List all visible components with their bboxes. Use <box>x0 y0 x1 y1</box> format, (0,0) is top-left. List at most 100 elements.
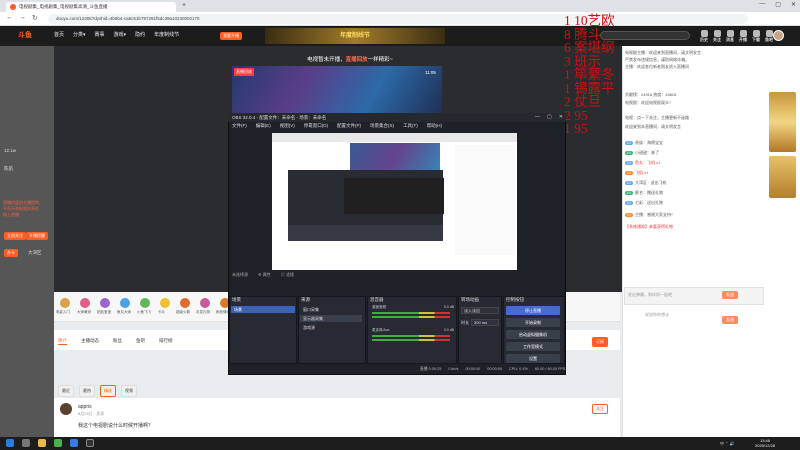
studio-mode-button[interactable]: 工作室模式 <box>506 342 560 351</box>
gift-label: 大师黄冠 <box>77 310 91 314</box>
tab-rank[interactable]: 排行榜 <box>159 338 173 345</box>
gift-icon[interactable] <box>100 298 110 308</box>
virtual-camera-button[interactable]: 启动虚拟摄像机 <box>506 330 560 339</box>
chat-line: 电视：点一下关注，主播更新不迷路 <box>625 115 689 120</box>
message-icon[interactable]: 消息 <box>726 30 734 43</box>
ad-banner[interactable] <box>769 92 796 152</box>
nav-events[interactable]: 赛事 <box>95 31 105 38</box>
obs-icon[interactable] <box>86 439 94 447</box>
ad-banner[interactable] <box>769 156 796 198</box>
avatar[interactable] <box>773 30 784 41</box>
replay-badge: 直播回放 <box>234 68 254 76</box>
source-item[interactable]: 游戏源 <box>300 324 362 331</box>
history-icon[interactable]: 历史 <box>700 30 708 43</box>
forum-icon[interactable]: 鱼吧 <box>765 30 773 43</box>
close-icon[interactable]: ✕ <box>559 114 563 120</box>
broadcast-icon[interactable]: 开播 <box>739 30 747 43</box>
clock[interactable]: 13:46 2025/12/28 <box>755 438 775 448</box>
preview-thumbnail <box>350 143 440 171</box>
minimize-icon[interactable]: — <box>759 1 765 8</box>
bitrate: 0 kb/s <box>448 367 459 371</box>
maximize-icon[interactable]: ▢ <box>547 114 552 120</box>
record-time: 00:00:00 <box>465 367 481 371</box>
left-card-button[interactable]: 办卡 <box>4 249 18 257</box>
back-icon[interactable]: ← <box>6 14 13 22</box>
obs-menu-scene-collection[interactable]: 场景集合(S) <box>370 123 394 129</box>
url-input[interactable]: douyu.com/12306?dyshid=4b6b4-ca5c51b7972… <box>48 14 748 24</box>
obs-menu-edit[interactable]: 编辑(E) <box>256 123 271 129</box>
obs-menu-view[interactable]: 视图(V) <box>280 123 295 129</box>
start-recording-button[interactable]: 开始录制 <box>506 318 560 327</box>
follow-icon[interactable]: 关注 <box>713 30 721 43</box>
replay-thumbnail[interactable] <box>232 66 442 114</box>
gift-icon[interactable] <box>180 298 190 308</box>
obs-menu-help[interactable]: 帮助(H) <box>427 123 442 129</box>
audio-meter <box>372 316 450 318</box>
stop-streaming-button[interactable]: 停止直播 <box>506 306 560 315</box>
reload-icon[interactable]: ↻ <box>32 14 38 22</box>
reply-send-button[interactable]: 发送 <box>722 316 738 324</box>
nav-festival[interactable]: 年度制线节 <box>154 31 179 38</box>
comment-follow-button[interactable]: 关注 <box>592 404 608 414</box>
nav-category[interactable]: 分类▾ <box>73 31 86 38</box>
no-source-label: 未选择源 <box>232 272 248 277</box>
download-icon[interactable]: 下载 <box>752 30 760 43</box>
gift-icon[interactable] <box>160 298 170 308</box>
obs-menu-file[interactable]: 文件(F) <box>232 123 247 129</box>
folder-icon[interactable] <box>38 439 46 447</box>
subscribe-button[interactable]: 订阅 <box>592 337 608 347</box>
filter-featured[interactable]: 精选 <box>100 385 116 397</box>
replay-link[interactable]: 直播回放 <box>346 57 368 63</box>
chat-send-button[interactable]: 发送 <box>722 291 738 299</box>
obs-menu-profile[interactable]: 配置文件(P) <box>337 123 361 129</box>
left-remind-button[interactable]: 开播提醒 <box>26 232 48 240</box>
commenter-name[interactable]: appris <box>78 404 92 410</box>
system-tray[interactable]: 中 ⌃ 🔊 <box>720 441 735 447</box>
obs-menu-tools[interactable]: 工具(T) <box>403 123 418 129</box>
source-item[interactable]: 显示器采集 <box>300 315 362 322</box>
gift-icon[interactable] <box>60 298 70 308</box>
filter-hot[interactable]: 最热 <box>79 385 95 397</box>
tab-dynamics[interactable]: 主播动态 <box>81 338 99 345</box>
forward-icon[interactable]: → <box>19 14 26 22</box>
scene-item[interactable]: 场景 <box>231 306 295 313</box>
tab-forum[interactable]: 鱼吧 <box>136 338 145 345</box>
commenter-avatar[interactable] <box>60 403 72 415</box>
start-icon[interactable] <box>6 439 14 447</box>
reply-input-placeholder[interactable]: 说说你的想法 <box>645 312 669 318</box>
taskbar-apps <box>6 439 94 447</box>
maximize-icon[interactable]: ▢ <box>775 1 781 8</box>
transitions-title: 转场动画 <box>461 297 479 302</box>
nav-home[interactable]: 首页 <box>54 31 64 38</box>
minimize-icon[interactable]: — <box>535 114 540 120</box>
obs-source-toolbar: 未选择源 ⚙ 属性 ▥ 滤镜 <box>232 272 294 278</box>
browser-tab[interactable]: 电视剧集_电视剧集_电视剧集高清_斗鱼直播 <box>6 2 176 12</box>
site-logo[interactable]: 斗鱼 <box>18 30 32 40</box>
app-icon[interactable] <box>70 439 78 447</box>
nav-games[interactable]: 游戏▾ <box>114 31 127 38</box>
filter-recent[interactable]: 最近 <box>58 385 74 397</box>
transition-select[interactable]: 淡入淡出 <box>461 307 499 314</box>
gift-icon[interactable] <box>200 298 210 308</box>
tab-intro[interactable]: 简介 <box>58 338 67 345</box>
filters-button[interactable]: ▥ 滤镜 <box>281 272 294 278</box>
tab-fans[interactable]: 粉丝 <box>113 338 122 345</box>
close-icon[interactable]: ✕ <box>791 1 796 8</box>
header-banner[interactable]: 年度制线节 <box>265 28 445 44</box>
source-item[interactable]: 窗口采集 <box>300 306 362 313</box>
filter-video[interactable]: 视频 <box>121 385 137 397</box>
left-follow-button[interactable]: 立即关注 <box>4 232 26 240</box>
gift-icon[interactable] <box>120 298 130 308</box>
gift-icon[interactable] <box>80 298 90 308</box>
chrome-icon[interactable] <box>54 439 62 447</box>
left-stat: 12.1w <box>4 148 17 153</box>
properties-button[interactable]: ⚙ 属性 <box>258 272 271 278</box>
nav-more[interactable]: 隐约 <box>135 31 145 38</box>
gift-icon[interactable] <box>140 298 150 308</box>
obs-menu-docks[interactable]: 停靠窗口(D) <box>304 123 328 129</box>
search-icon[interactable] <box>22 439 30 447</box>
go-live-button[interactable]: 我要开播 <box>220 32 242 40</box>
new-tab-button[interactable]: + <box>182 2 186 10</box>
duration-input[interactable]: 300 ms <box>471 319 499 326</box>
settings-button[interactable]: 设置 <box>506 354 560 363</box>
